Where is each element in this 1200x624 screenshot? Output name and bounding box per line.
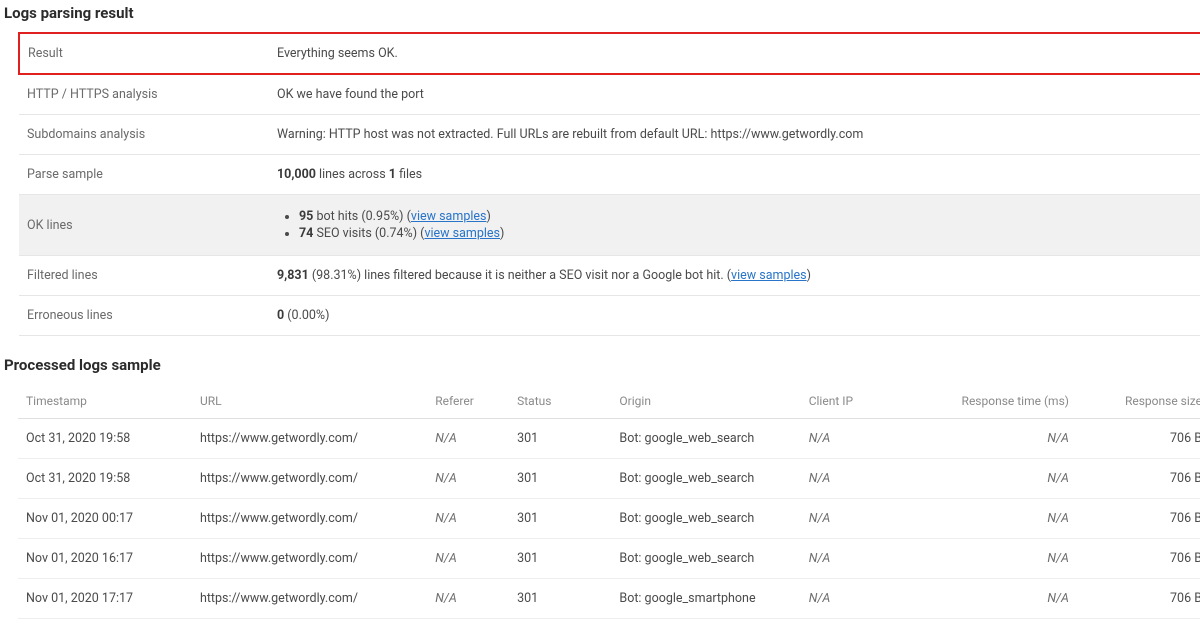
parse-label: Parse sample [19,155,269,195]
table-cell: Bot: google_web_search [611,419,800,459]
parse-sample-text: lines across [316,167,389,182]
ok-close: ) [486,209,490,224]
parse-value: 9,831 (98.31%) lines filtered because it… [269,256,1200,296]
parse-row-sample: Parse sample 10,000 lines across 1 files [19,155,1200,195]
table-cell: N/A [427,539,509,579]
col-origin: Origin [611,384,800,419]
table-cell: N/A [801,579,903,619]
col-response-size: Response size [1077,384,1200,419]
table-cell: 706 B [1077,459,1200,499]
parse-label: Erroneous lines [19,296,269,336]
table-cell: https://www.getwordly.com/ [192,419,427,459]
parse-row-http: HTTP / HTTPS analysis OK we have found t… [19,74,1200,115]
table-row: Nov 01, 2020 17:17https://www.getwordly.… [18,579,1200,619]
table-cell: Nov 01, 2020 16:17 [18,539,192,579]
table-cell: 706 B [1077,579,1200,619]
ok-text: bot hits (0.95%) ( [313,209,411,224]
table-cell: Oct 31, 2020 19:58 [18,459,192,499]
table-cell: 301 [509,499,611,539]
processed-logs-table: Timestamp URL Referer Status Origin Clie… [18,384,1200,619]
table-cell: Bot: google_web_search [611,539,800,579]
table-cell: 301 [509,419,611,459]
parse-label: Result [19,33,269,74]
col-referer: Referer [427,384,509,419]
ok-text: SEO visits (0.74%) ( [313,226,424,241]
table-cell: N/A [801,499,903,539]
table-cell: 706 B [1077,419,1200,459]
view-samples-link[interactable]: view samples [731,268,807,283]
view-samples-link[interactable]: view samples [424,226,500,241]
table-cell: Oct 31, 2020 19:58 [18,419,192,459]
parse-row-ok-lines: OK lines 95 bot hits (0.95%) (view sampl… [19,195,1200,256]
ok-lines-list: 95 bot hits (0.95%) (view samples) 74 SE… [277,209,1200,241]
section-title-processed: Processed logs sample [4,356,1196,374]
table-cell: Bot: google_smartphone [611,579,800,619]
table-cell: https://www.getwordly.com/ [192,579,427,619]
parse-sample-files: 1 [389,167,396,182]
parse-label: Filtered lines [19,256,269,296]
table-row: Oct 31, 2020 19:58https://www.getwordly.… [18,459,1200,499]
parse-sample-count: 10,000 [277,167,316,182]
parse-value: 95 bot hits (0.95%) (view samples) 74 SE… [269,195,1200,256]
section-title-parsing: Logs parsing result [4,4,1196,22]
logs-header-row: Timestamp URL Referer Status Origin Clie… [18,384,1200,419]
table-cell: https://www.getwordly.com/ [192,499,427,539]
filtered-text: (98.31%) lines filtered because it is ne… [309,268,731,283]
table-cell: N/A [903,539,1077,579]
table-cell: Bot: google_web_search [611,459,800,499]
table-cell: N/A [903,419,1077,459]
parse-result-table: Result Everything seems OK. HTTP / HTTPS… [18,32,1200,336]
table-row: Oct 31, 2020 19:58https://www.getwordly.… [18,419,1200,459]
table-cell: 301 [509,459,611,499]
col-client-ip: Client IP [801,384,903,419]
table-cell: https://www.getwordly.com/ [192,539,427,579]
col-status: Status [509,384,611,419]
filtered-count: 9,831 [277,268,309,283]
table-cell: N/A [801,539,903,579]
parse-sample-tail: files [396,167,422,182]
table-cell: Bot: google_web_search [611,499,800,539]
table-cell: 706 B [1077,539,1200,579]
parse-value: Everything seems OK. [269,33,1200,74]
erroneous-text: (0.00%) [284,308,329,323]
col-response-time: Response time (ms) [903,384,1077,419]
parse-label: HTTP / HTTPS analysis [19,74,269,115]
table-cell: 706 B [1077,499,1200,539]
table-cell: N/A [801,459,903,499]
table-cell: 301 [509,539,611,579]
table-cell: N/A [427,419,509,459]
table-cell: N/A [903,459,1077,499]
ok-count: 74 [299,226,313,241]
ok-lines-item: 74 SEO visits (0.74%) (view samples) [299,226,1200,241]
parse-row-result: Result Everything seems OK. [19,33,1200,74]
table-cell: N/A [903,579,1077,619]
parse-value: 10,000 lines across 1 files [269,155,1200,195]
parse-label: Subdomains analysis [19,115,269,155]
table-row: Nov 01, 2020 00:17https://www.getwordly.… [18,499,1200,539]
parse-row-subdomains: Subdomains analysis Warning: HTTP host w… [19,115,1200,155]
parse-value: Warning: HTTP host was not extracted. Fu… [269,115,1200,155]
table-cell: 301 [509,579,611,619]
table-cell: N/A [427,499,509,539]
table-row: Nov 01, 2020 16:17https://www.getwordly.… [18,539,1200,579]
table-cell: N/A [427,579,509,619]
col-url: URL [192,384,427,419]
ok-count: 95 [299,209,313,224]
ok-close: ) [500,226,504,241]
table-cell: N/A [801,419,903,459]
parse-row-erroneous: Erroneous lines 0 (0.00%) [19,296,1200,336]
table-cell: Nov 01, 2020 00:17 [18,499,192,539]
col-timestamp: Timestamp [18,384,192,419]
table-cell: N/A [903,499,1077,539]
view-samples-link[interactable]: view samples [411,209,487,224]
ok-lines-item: 95 bot hits (0.95%) (view samples) [299,209,1200,224]
table-cell: https://www.getwordly.com/ [192,459,427,499]
parse-label: OK lines [19,195,269,256]
parse-row-filtered: Filtered lines 9,831 (98.31%) lines filt… [19,256,1200,296]
table-cell: N/A [427,459,509,499]
filtered-close: ) [807,268,811,283]
table-cell: Nov 01, 2020 17:17 [18,579,192,619]
parse-value: OK we have found the port [269,74,1200,115]
parse-value: 0 (0.00%) [269,296,1200,336]
